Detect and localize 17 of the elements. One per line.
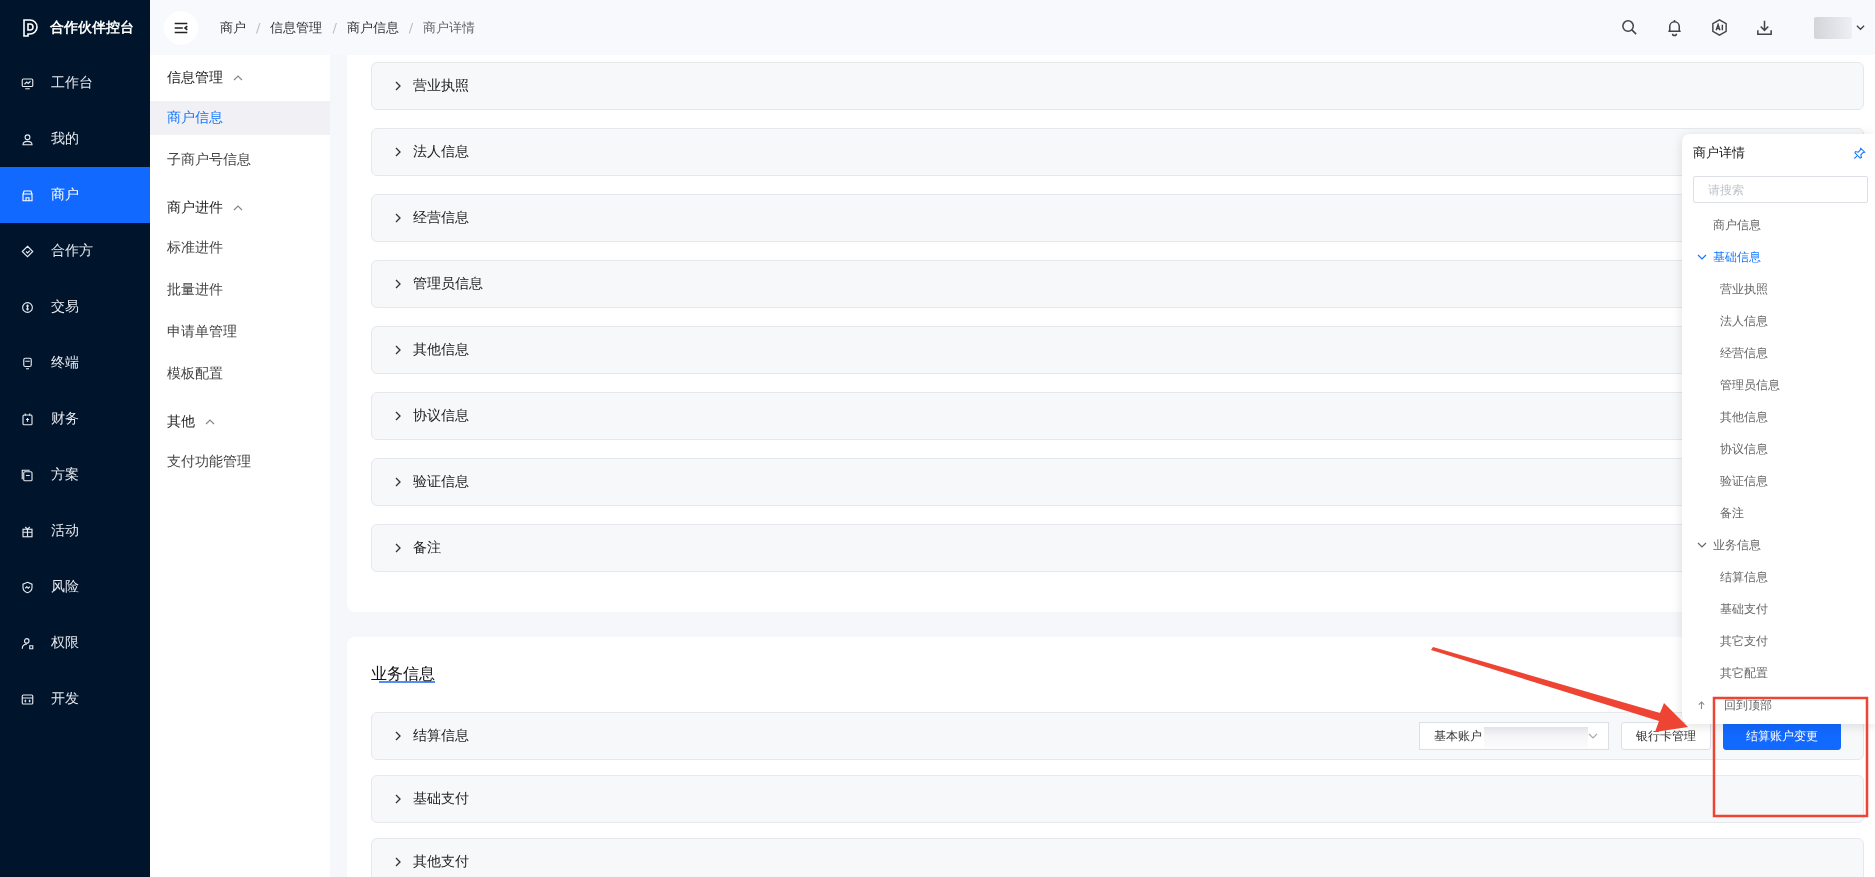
panel-title: 管理员信息 bbox=[413, 275, 483, 293]
app-title: 合作伙伴控台 bbox=[50, 18, 134, 37]
panel-title: 验证信息 bbox=[413, 473, 469, 491]
panel-title: 其他信息 bbox=[413, 341, 469, 359]
breadcrumb-separator: / bbox=[256, 20, 261, 35]
panel-title: 基础支付 bbox=[413, 790, 469, 808]
panel-title: 法人信息 bbox=[413, 143, 469, 161]
panel-title: 结算信息 bbox=[413, 727, 469, 745]
panel-title: 备注 bbox=[413, 539, 441, 557]
panel-title: 商户详情 bbox=[1693, 144, 1745, 162]
panel-title: 协议信息 bbox=[413, 407, 469, 425]
breadcrumb-separator: / bbox=[408, 20, 414, 35]
breadcrumb-separator: / bbox=[332, 20, 337, 35]
panel-title: 营业执照 bbox=[413, 77, 469, 95]
section-heading: 业务信息 bbox=[371, 664, 435, 685]
panel-title: 其他支付 bbox=[413, 853, 469, 871]
panel-title: 经营信息 bbox=[413, 209, 469, 227]
